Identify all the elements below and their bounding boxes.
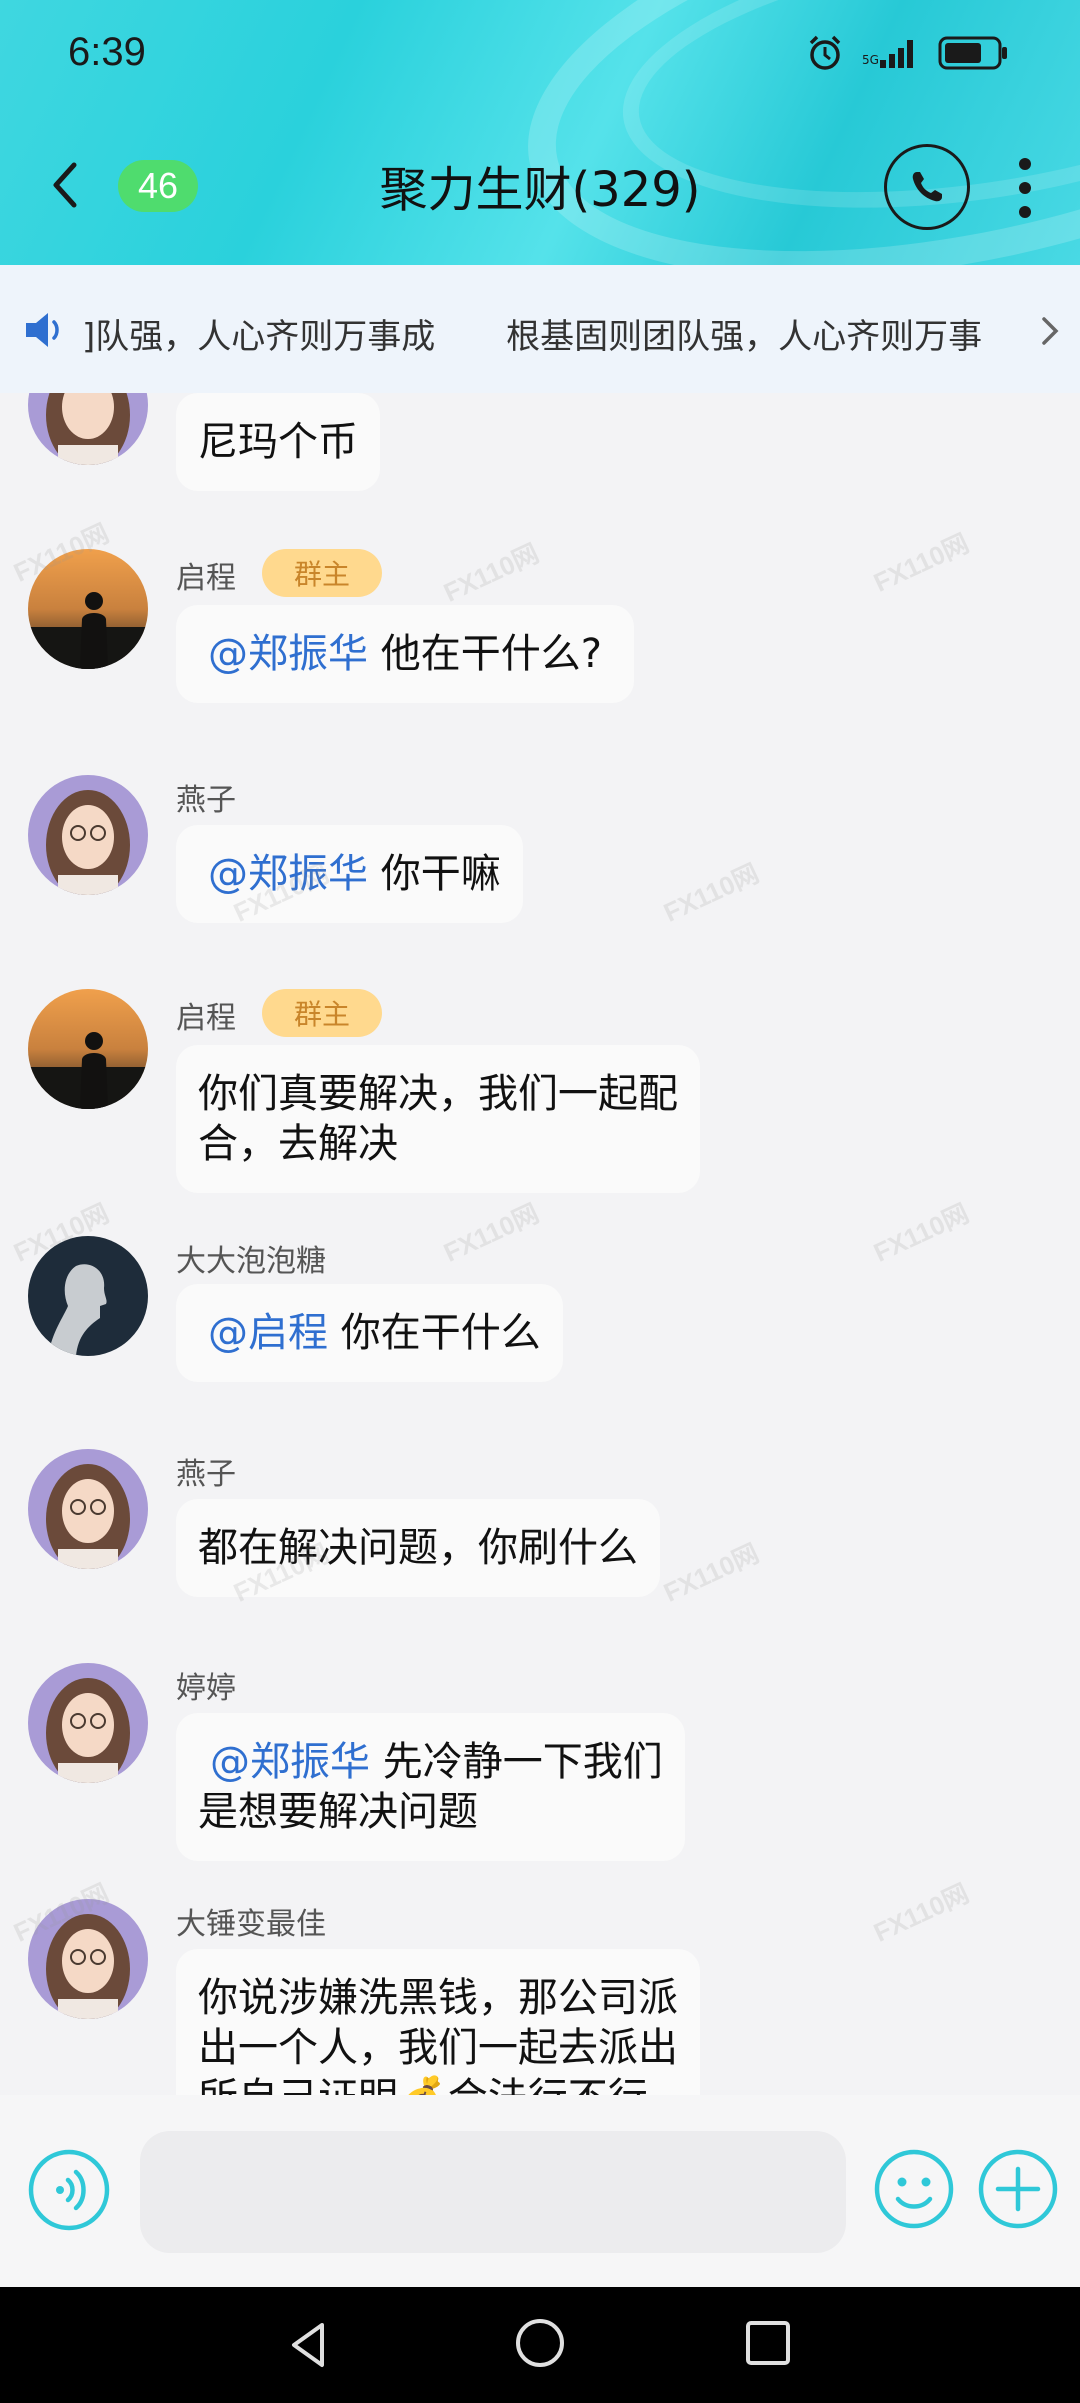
message-input-bar: [0, 2095, 1080, 2287]
voice-input-button[interactable]: [26, 2147, 112, 2233]
nav-back-button[interactable]: [282, 2317, 338, 2373]
group-announcement-bar[interactable]: ]队强，人心齐则万事成 根基固则团队强，人心齐则万事: [0, 265, 1080, 393]
avatar[interactable]: [28, 989, 148, 1109]
sender-name: 燕子: [176, 783, 236, 818]
status-icons: 5G: [806, 34, 1010, 72]
nav-home-button[interactable]: [512, 2315, 568, 2371]
dot: [1019, 206, 1031, 218]
announcement-text-2: 根基固则团队强，人心齐则万事: [506, 317, 983, 357]
avatar[interactable]: [28, 393, 148, 465]
message-text-line: 先冷静一下我们: [370, 1739, 663, 1785]
sender-name: 启程: [176, 561, 236, 596]
watermark: FX110网: [439, 1197, 544, 1268]
signal-icon: 5G: [862, 40, 913, 68]
avatar-girl-image: [28, 1663, 148, 1783]
avatar-sunset-silhouette-image: [28, 989, 148, 1109]
message-bubble[interactable]: 尼玛个币: [176, 393, 380, 491]
mention-link[interactable]: @郑振华: [208, 631, 368, 677]
message-list[interactable]: 尼玛个币 启程 群主 @郑振华 他在干什么? 燕子 @郑振华 你干嘛 启程 群主…: [0, 393, 1080, 2095]
add-attachment-button[interactable]: [976, 2147, 1060, 2231]
watermark: FX110网: [659, 857, 764, 928]
watermark: FX110网: [659, 1537, 764, 1608]
message-text: 你干嘛: [368, 851, 501, 897]
sender-name: 燕子: [176, 1457, 236, 1492]
avatar[interactable]: [28, 775, 148, 895]
group-owner-badge: 群主: [262, 989, 382, 1037]
chat-header: 6:39 5G 46 聚力生财(329): [0, 0, 1080, 265]
status-time: 6:39: [68, 30, 146, 74]
group-owner-badge: 群主: [262, 549, 382, 597]
avatar-girl-image: [28, 1449, 148, 1569]
system-navigation-bar: [0, 2287, 1080, 2403]
emoji-button[interactable]: [872, 2147, 956, 2231]
mention-link[interactable]: @郑振华: [210, 1739, 370, 1785]
voice-call-button[interactable]: [884, 144, 970, 230]
sender-name: 大锤变最佳: [176, 1907, 326, 1942]
avatar-girl-image: [28, 775, 148, 895]
message-text-line: 是想要解决问题: [198, 1789, 478, 1835]
avatar[interactable]: [28, 1663, 148, 1783]
message-bubble[interactable]: @郑振华 先冷静一下我们 是想要解决问题: [176, 1713, 685, 1861]
dot: [1019, 182, 1031, 194]
message-text: 他在干什么?: [368, 631, 602, 677]
dot: [1019, 158, 1031, 170]
message-text-line: 出一个人，我们一起去派出: [198, 2025, 678, 2071]
alarm-icon: [809, 35, 841, 70]
watermark: FX110网: [869, 1197, 974, 1268]
watermark: FX110网: [869, 527, 974, 598]
sender-name: 启程: [176, 1001, 236, 1036]
message-text: 你在干什么: [328, 1310, 541, 1356]
sender-name: 婷婷: [176, 1671, 236, 1706]
avatar-girl-image: [28, 393, 148, 465]
svg-text:5G: 5G: [862, 53, 879, 67]
watermark: FX110网: [869, 1877, 974, 1948]
more-options-button[interactable]: [1010, 158, 1040, 218]
announcement-text-1: ]队强，人心齐则万事成: [82, 317, 436, 357]
message-bubble[interactable]: @郑振华 你干嘛: [176, 825, 523, 923]
nav-recent-apps-button[interactable]: [742, 2317, 794, 2369]
message-bubble[interactable]: 你们真要解决，我们一起配 合，去解决: [176, 1045, 700, 1193]
message-bubble[interactable]: @郑振华 他在干什么?: [176, 605, 634, 703]
message-bubble[interactable]: 你说涉嫌洗黑钱，那公司派 出一个人，我们一起去派出 所自己证明💰合法行不行: [176, 1949, 700, 2095]
message-text-line: 合，去解决: [198, 1121, 398, 1167]
speaker-icon: [26, 313, 59, 347]
phone-icon: [912, 172, 942, 202]
message-text: 尼玛个币: [198, 419, 358, 465]
message-text-line: 你说涉嫌洗黑钱，那公司派: [198, 1975, 678, 2021]
announcement-text: ]队强，人心齐则万事成 根基固则团队强，人心齐则万事: [82, 309, 1032, 358]
watermark: FX110网: [439, 537, 544, 608]
chevron-right-icon[interactable]: [1038, 313, 1062, 349]
message-text-line: 所自己证明💰合法行不行: [198, 2073, 678, 2095]
battery-icon: [938, 36, 1007, 70]
sender-name: 大大泡泡糖: [176, 1244, 326, 1279]
message-bubble[interactable]: @启程 你在干什么: [176, 1284, 563, 1382]
message-input[interactable]: [140, 2131, 846, 2253]
mention-link[interactable]: @启程: [208, 1310, 328, 1356]
message-text-line: 你们真要解决，我们一起配: [198, 1071, 678, 1117]
avatar[interactable]: [28, 1449, 148, 1569]
